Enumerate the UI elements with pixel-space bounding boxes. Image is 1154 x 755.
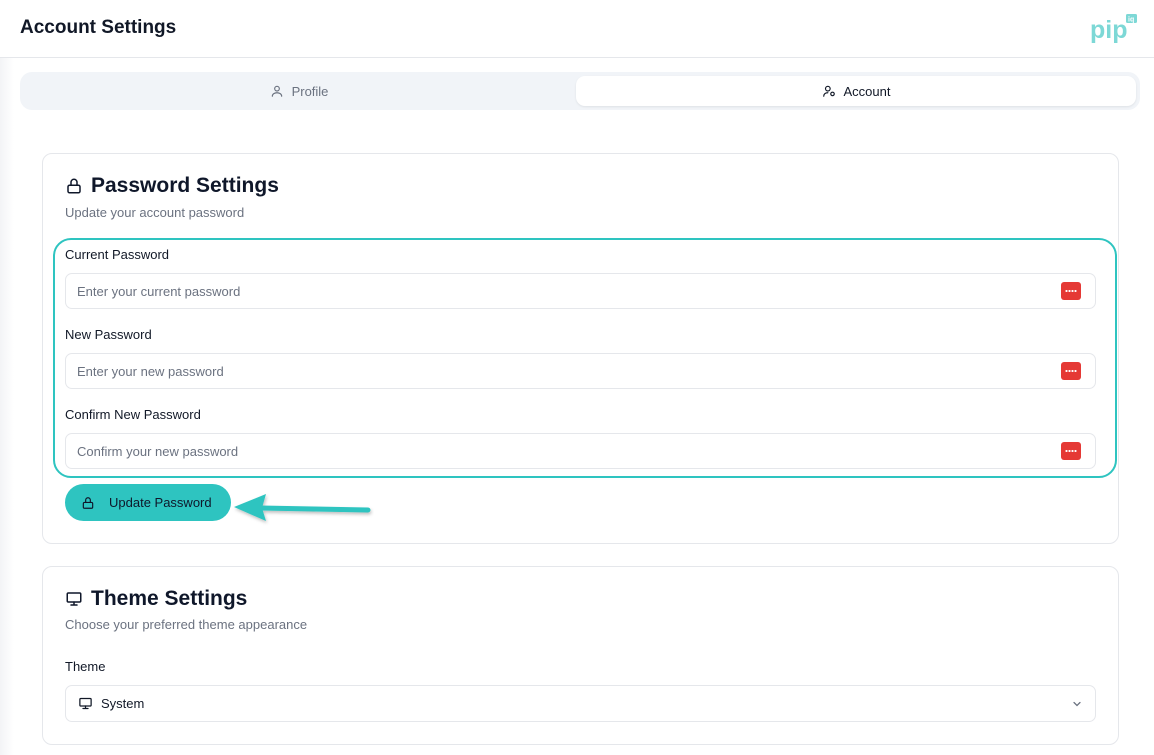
- confirm-password-label: Confirm New Password: [65, 407, 201, 422]
- theme-settings-card: Theme Settings Choose your preferred the…: [42, 566, 1119, 745]
- user-settings-icon: [822, 85, 835, 97]
- confirm-password-input[interactable]: [65, 433, 1096, 469]
- chevron-down-icon: [1073, 701, 1081, 707]
- annotation-arrow-icon: [234, 494, 371, 521]
- password-manager-icon[interactable]: [1061, 362, 1081, 380]
- account-settings-page: Account Settings pip iq Profile Account: [0, 0, 1154, 755]
- lock-icon: [82, 496, 94, 509]
- theme-selected-value: System: [101, 696, 145, 711]
- update-password-label: Update Password: [109, 495, 212, 510]
- update-password-button[interactable]: Update Password: [65, 484, 231, 521]
- current-password-input[interactable]: [65, 273, 1096, 309]
- svg-text:iq: iq: [1128, 17, 1134, 24]
- theme-select[interactable]: System: [65, 685, 1096, 722]
- svg-text:pip: pip: [1090, 16, 1128, 44]
- monitor-icon: [79, 697, 92, 710]
- settings-tabs: Profile Account: [20, 72, 1140, 110]
- theme-label: Theme: [65, 659, 106, 674]
- sidebar-edge: [0, 58, 14, 755]
- tab-profile-label: Profile: [291, 83, 329, 99]
- tab-account[interactable]: Account: [576, 76, 1136, 106]
- pipiq-logo: pip iq: [1090, 14, 1137, 44]
- tab-account-label: Account: [843, 83, 891, 99]
- current-password-label: Current Password: [65, 247, 170, 262]
- password-manager-icon[interactable]: [1061, 442, 1081, 460]
- new-password-input[interactable]: [65, 353, 1096, 389]
- password-manager-icon[interactable]: [1061, 282, 1081, 300]
- page-title: Account Settings: [20, 17, 177, 38]
- user-icon: [271, 85, 282, 97]
- password-settings-subtitle: Update your account password: [65, 205, 245, 220]
- monitor-icon: [66, 592, 82, 606]
- password-settings-title: Password Settings: [65, 174, 279, 198]
- tab-profile[interactable]: Profile: [24, 76, 574, 106]
- lock-icon: [67, 178, 81, 194]
- theme-settings-subtitle: Choose your preferred theme appearance: [65, 617, 308, 632]
- new-password-label: New Password: [65, 327, 152, 342]
- password-settings-card: Password Settings Update your account pa…: [42, 153, 1119, 544]
- header: Account Settings pip iq: [0, 0, 1154, 58]
- theme-settings-title: Theme Settings: [65, 587, 247, 611]
